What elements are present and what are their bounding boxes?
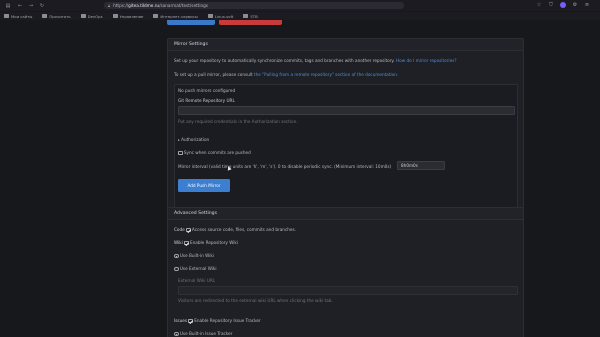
wiki-checkbox[interactable] [184,240,189,246]
authorization-toggle[interactable]: ▸ Authorization [178,137,209,142]
builtin-tracker-option[interactable]: Use Built-in Issue Tracker [174,331,232,337]
forward-icon[interactable]: → [27,2,35,10]
push-mirror-box: No push mirrors configured Git Remote Re… [174,84,518,215]
builtin-wiki-option[interactable]: Use Built-in Wiki [174,253,214,259]
sync-on-push-checkbox[interactable] [178,150,183,156]
bookmark-item[interactable]: Прочитать [42,14,71,19]
bookmarks-bar: Мои сайты Прочитать DevOps Управление Ин… [0,12,600,20]
external-wiki-radio[interactable] [174,266,179,272]
caret-right-icon: ▸ [178,138,180,142]
browser-toolbar: ▤ ← → ↻ 🔒︎ https://gitea.tildme.ru/sanar… [0,0,600,11]
external-wiki-option[interactable]: Use External Wiki [174,266,217,272]
advanced-settings-header: Advanced Settings [168,208,523,220]
builtin-wiki-radio[interactable] [174,253,179,259]
issues-row: Issues Enable Repository Issue Tracker [174,318,261,324]
pull-mirror-hint: To set up a pull mirror, please consult … [174,72,399,77]
back-icon[interactable]: ← [16,2,24,10]
external-wiki-url-label: External Wiki URL [178,278,216,283]
wiki-row: Wiki Enable Repository Wiki [174,240,238,246]
bookmark-item[interactable]: Linux-soft [207,14,233,19]
previous-section-buttons [167,20,282,25]
builtin-tracker-radio[interactable] [174,331,179,337]
folder-icon [153,14,159,18]
add-push-mirror-button[interactable]: Add Push Mirror [178,179,230,192]
folder-icon [112,14,118,18]
mirror-interval-input[interactable]: 8h0m0s [397,161,445,170]
external-wiki-hint: Visitors are redirected to the external … [178,298,333,303]
remote-url-label: Git Remote Repository URL [178,98,235,103]
page-content: Mirror Settings Set up your repository t… [0,20,600,337]
folder-icon [243,14,249,18]
code-checkbox[interactable] [186,227,191,233]
extensions-icon[interactable]: ⚙ [572,2,578,8]
no-push-mirrors-text: No push mirrors configured [178,88,236,93]
menu-icon[interactable]: ≡ [584,2,590,8]
account-avatar[interactable] [560,2,566,8]
bookmark-item[interactable]: Управление [112,14,143,19]
folder-icon [80,14,86,18]
credentials-hint: Put any required credentials in the Auth… [178,119,298,124]
reload-icon[interactable]: ↻ [38,2,46,10]
bookmark-item[interactable]: STB [243,14,258,19]
update-settings-button[interactable] [167,20,215,25]
sidebar-toggle-icon[interactable]: ▤ [4,2,12,10]
bookmark-star-icon[interactable]: ☆ [536,2,542,8]
url-text: https://gitea.tildme.ru/sanarmat/test/se… [113,3,208,8]
shield-icon[interactable]: ⛉ [548,2,554,8]
address-bar[interactable]: 🔒︎ https://gitea.tildme.ru/sanarmat/test… [104,2,404,9]
bookmark-item[interactable]: DevOps [80,14,103,19]
folder-icon [207,14,213,18]
advanced-settings-panel: Advanced Settings Code Access source cod… [167,207,524,337]
external-wiki-url-input[interactable] [178,286,518,295]
bookmark-item[interactable]: Мои сайты [4,14,32,19]
mirror-settings-panel: Mirror Settings Set up your repository t… [167,38,524,219]
bookmark-item[interactable]: Интернет-сервисы [153,14,198,19]
pull-docs-link[interactable]: the "Pulling from a remote repository" s… [254,72,398,77]
remote-url-input[interactable] [178,106,515,115]
mirror-help-link[interactable]: How do I mirror repositories? [396,58,457,63]
sync-on-push-row[interactable]: Sync when commits are pushed [178,150,251,156]
folder-icon [42,14,48,18]
danger-button[interactable] [219,20,282,25]
mirror-settings-header: Mirror Settings [168,39,523,51]
issues-checkbox[interactable] [188,318,193,324]
lock-icon: 🔒︎ [108,3,111,8]
folder-icon [4,14,9,18]
mirror-interval-label: Mirror interval (valid time units are 'h… [178,164,392,169]
mirror-description: Set up your repository to automatically … [174,58,457,63]
code-row: Code Access source code, files, commits … [174,227,297,233]
